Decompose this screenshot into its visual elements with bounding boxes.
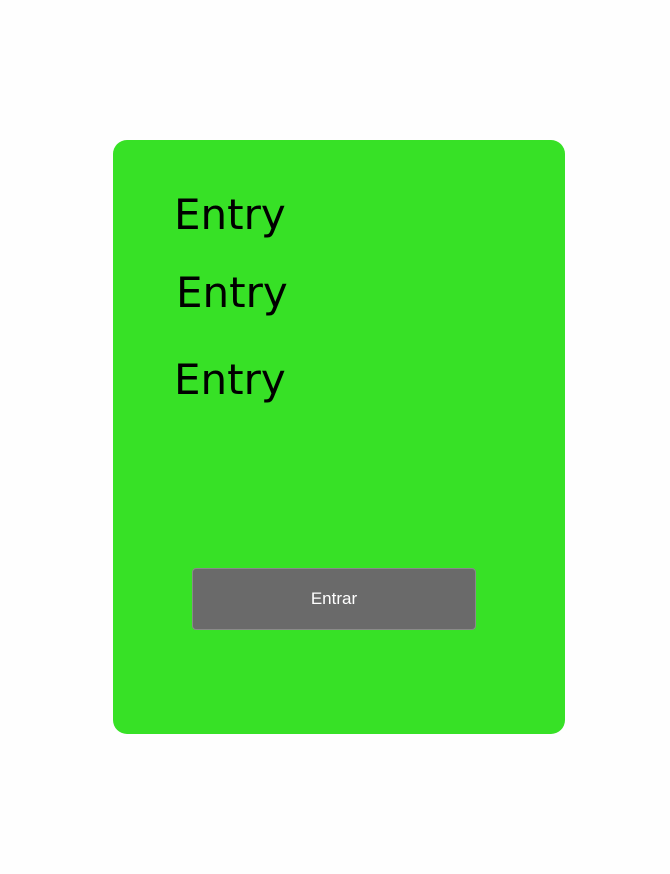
- entrar-button[interactable]: Entrar: [192, 568, 476, 630]
- entry-field-1[interactable]: Entry: [174, 194, 286, 236]
- entry-field-3[interactable]: Entry: [174, 359, 286, 401]
- app-window: Entry Entry Entry Entrar: [0, 0, 670, 874]
- login-card: Entry Entry Entry Entrar: [113, 140, 565, 734]
- entry-field-2[interactable]: Entry: [176, 272, 288, 314]
